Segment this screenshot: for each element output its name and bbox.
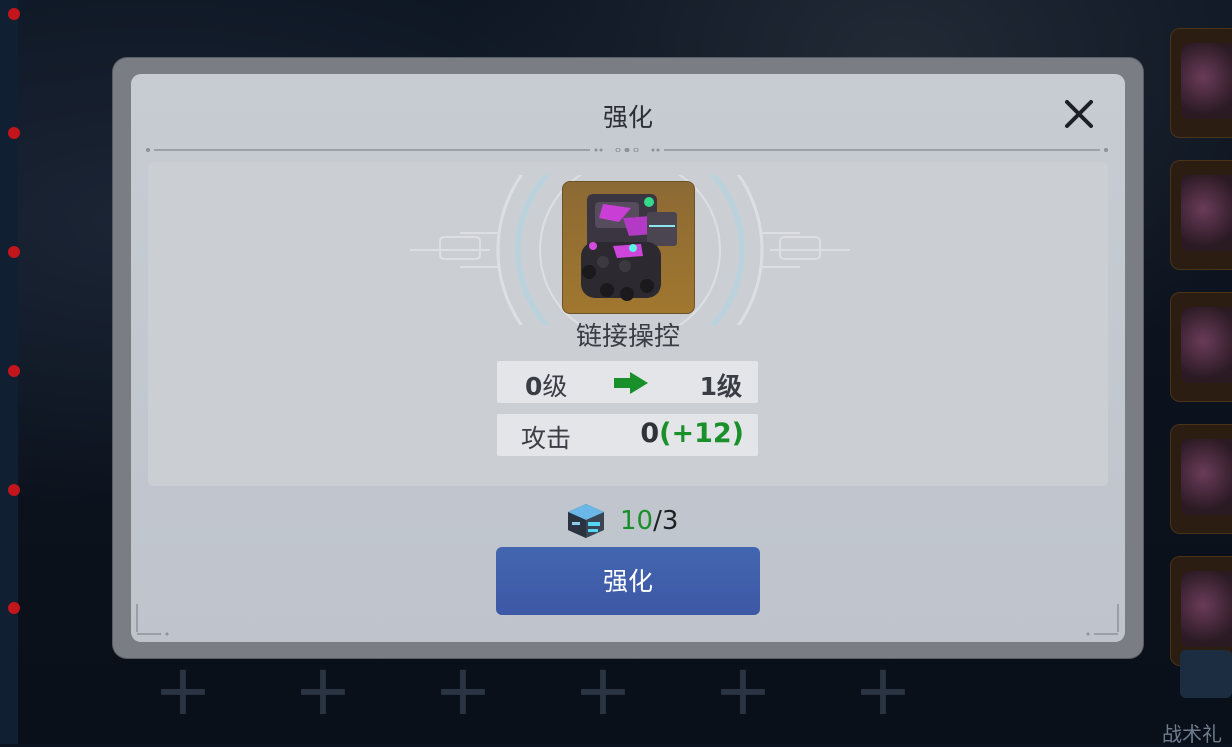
cost-separator: / <box>653 506 662 536</box>
level-row: 0级 1级 <box>497 361 758 403</box>
notification-dot <box>8 365 20 377</box>
dialog-title: 强化 <box>602 103 653 132</box>
cost-need: 3 <box>661 506 679 536</box>
title-divider <box>146 148 1108 152</box>
empty-slot-plus-icon: + <box>713 649 773 731</box>
notification-dot <box>8 8 20 20</box>
mech-module-icon[interactable] <box>562 181 695 314</box>
corner-decoration <box>136 604 169 636</box>
close-button[interactable] <box>1062 97 1096 131</box>
empty-slot-plus-icon: + <box>573 649 633 731</box>
material-cube-icon <box>568 504 604 538</box>
notification-dot <box>8 602 20 614</box>
item-name: 链接操控 <box>575 322 680 352</box>
empty-slot-plus-icon: + <box>153 649 213 731</box>
inventory-card <box>1170 424 1232 534</box>
gift-icon <box>1180 650 1232 698</box>
attack-value: 0(+12) <box>640 418 744 449</box>
attack-row: 攻击 0(+12) <box>497 414 758 456</box>
attack-bonus: (+12) <box>659 418 744 449</box>
arrow-right-icon <box>614 372 648 394</box>
gift-label: 战术礼 <box>1162 722 1222 746</box>
inventory-card <box>1170 160 1232 270</box>
inventory-card <box>1170 292 1232 402</box>
cost-text: 10/3 <box>620 506 678 536</box>
close-icon <box>1065 100 1093 128</box>
level-to: 1级 <box>699 372 742 401</box>
attack-base: 0 <box>640 418 660 449</box>
empty-slot-plus-icon: + <box>433 649 493 731</box>
level-from: 0级 <box>525 367 567 403</box>
upgrade-button[interactable]: 强化 <box>496 547 760 615</box>
empty-slot-plus-icon: + <box>293 649 353 731</box>
level-from-unit: 级 <box>542 372 568 401</box>
notification-dot <box>8 484 20 496</box>
attack-label: 攻击 <box>521 424 572 453</box>
level-from-value: 0 <box>525 372 543 401</box>
empty-slot-plus-icon: + <box>853 649 913 731</box>
corner-decoration <box>1086 604 1119 636</box>
notification-dot <box>8 246 20 258</box>
cost-have: 10 <box>620 506 654 536</box>
